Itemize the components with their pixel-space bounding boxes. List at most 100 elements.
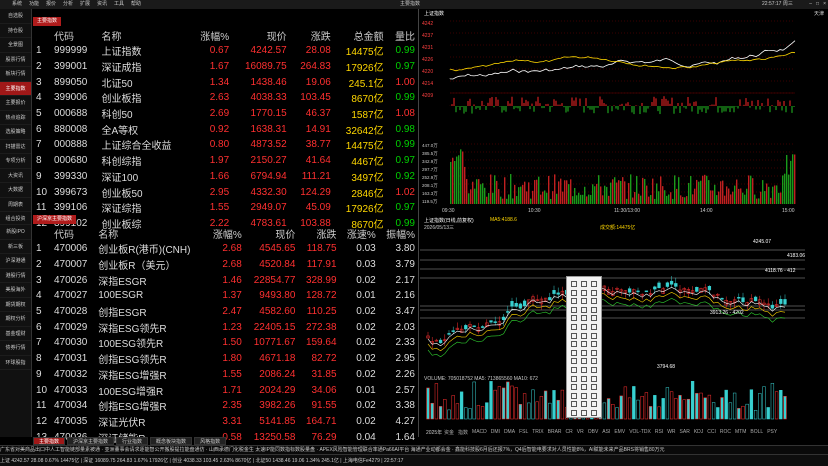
draw-tool-icon[interactable]	[571, 349, 577, 356]
draw-tool-icon[interactable]	[571, 306, 577, 313]
bottom-tab[interactable]: 沪深京主要指数	[67, 437, 115, 445]
draw-tool-icon[interactable]	[591, 375, 597, 382]
draw-tool-icon[interactable]	[591, 281, 597, 287]
draw-tool-icon[interactable]	[571, 341, 577, 348]
table-row[interactable]: 4 470027 100ESGR 1.37 9493.80 128.72 0.01 2.16	[33, 288, 418, 304]
draw-tool-icon[interactable]	[581, 392, 587, 399]
indicator-tab[interactable]: ASI	[602, 429, 610, 436]
column-header[interactable]: 涨跌	[298, 225, 339, 241]
table-row[interactable]: 7 470030 100ESG领先R 1.50 10771.67 159.64 0.02 2.…	[33, 335, 418, 351]
draw-tool-icon[interactable]	[591, 384, 597, 391]
draw-tool-icon[interactable]	[591, 341, 597, 348]
indicator-tab[interactable]: VOL-TDX	[629, 429, 651, 436]
table-row[interactable]: 2 399001 深证成指 1.67 16089.75 264.83 17926亿 0.97	[33, 59, 418, 75]
indicator-tab[interactable]: VR	[577, 429, 584, 436]
draw-tool-icon[interactable]	[591, 410, 597, 416]
indicator-tab[interactable]: BOLL	[750, 429, 763, 436]
menu-item[interactable]: 资讯	[97, 0, 114, 9]
draw-tool-icon[interactable]	[591, 367, 597, 373]
sidebar-item[interactable]: 全景图	[0, 38, 31, 53]
indicator-tab[interactable]: KDJ	[694, 429, 703, 436]
drawing-toolbox[interactable]	[566, 276, 602, 418]
sidebar-item[interactable]: 大资讯	[0, 169, 31, 183]
sidebar-item[interactable]: 自选股	[0, 9, 31, 24]
draw-tool-icon[interactable]	[591, 315, 597, 322]
table-row[interactable]: 6 470029 深指ESG领先R 1.23 22405.15 272.38 0.02 2.0…	[33, 319, 418, 335]
table-row[interactable]: 11 470034 创指ESG增强R 2.35 3982.26 91.55 0.02 3.38	[33, 398, 418, 414]
column-header[interactable]: 代码	[51, 225, 95, 241]
draw-tool-icon[interactable]	[571, 358, 577, 365]
sidebar-item[interactable]: 美股海外	[0, 283, 31, 298]
draw-tool-icon[interactable]	[571, 392, 577, 399]
draw-tool-icon[interactable]	[581, 358, 587, 365]
sidebar-item[interactable]: 热点追踪	[0, 111, 31, 125]
bottom-tab[interactable]: 行业指数	[116, 437, 149, 445]
table-row[interactable]: 12 470035 深证光伏R 3.31 5141.85 164.71 0.02 4.27	[33, 414, 418, 430]
table-row[interactable]: 10 399673 创业板50 2.95 4332.30 124.29 2846亿 1.02	[33, 184, 418, 200]
draw-tool-icon[interactable]	[591, 401, 597, 408]
column-header[interactable]: 涨跌	[290, 27, 334, 43]
column-header[interactable]: 总金额	[334, 27, 387, 43]
menu-item[interactable]: 功能	[29, 0, 46, 9]
draw-tool-icon[interactable]	[581, 410, 587, 416]
menu-item[interactable]: 报价	[46, 0, 63, 9]
table-row[interactable]: 4 399006 创业板指 2.63 4038.33 103.45 8670亿 0.99	[33, 90, 418, 106]
table-row[interactable]: 5 000688 科创50 2.69 1770.15 46.37 1587亿 1.08	[33, 106, 418, 122]
menu-item[interactable]: 分析	[63, 0, 80, 9]
draw-tool-icon[interactable]	[591, 289, 597, 296]
column-header[interactable]: 涨幅%	[190, 27, 232, 43]
draw-tool-icon[interactable]	[571, 332, 577, 339]
sidebar-item[interactable]: 港股行情	[0, 269, 31, 283]
maximize-icon[interactable]: □	[816, 0, 819, 9]
draw-tool-icon[interactable]	[571, 289, 577, 296]
sidebar-item[interactable]: 选股策略	[0, 125, 31, 140]
column-header[interactable]: 振幅%	[379, 225, 418, 241]
tab-main-index[interactable]: 主要指数	[33, 17, 62, 26]
draw-tool-icon[interactable]	[571, 281, 577, 287]
draw-tool-icon[interactable]	[581, 341, 587, 348]
draw-tool-icon[interactable]	[571, 367, 577, 373]
draw-tool-icon[interactable]	[571, 324, 577, 330]
draw-tool-icon[interactable]	[591, 349, 597, 356]
sidebar-item[interactable]: 周期表	[0, 198, 31, 212]
bottom-tab[interactable]: 概念板块指数	[150, 437, 193, 445]
draw-tool-icon[interactable]	[571, 410, 577, 416]
table-row[interactable]: 5 470028 创指ESGR 2.47 4582.60 110.25 0.02 3.47	[33, 304, 418, 320]
table-row[interactable]: 3 470026 深指ESGR 1.46 22854.77 328.99 0.02 2.17	[33, 272, 418, 288]
sidebar-item[interactable]: 基金理财	[0, 327, 31, 341]
close-icon[interactable]: ×	[823, 0, 826, 9]
sidebar-item[interactable]: 主要报价	[0, 96, 31, 111]
indicator-tab[interactable]: OBV	[588, 429, 599, 436]
indicator-tab[interactable]: TRIX	[532, 429, 543, 436]
indicator-tab[interactable]: EMV	[614, 429, 625, 436]
draw-tool-icon[interactable]	[591, 306, 597, 313]
table-row[interactable]: 7 000888 上证综合全收益 0.80 4873.52 38.77 14475亿 0.99	[33, 137, 418, 153]
sidebar-item[interactable]: 扫描雷达	[0, 140, 31, 154]
sidebar-item[interactable]: 债券行情	[0, 341, 31, 356]
sidebar-item[interactable]: 板块行情	[0, 67, 31, 82]
draw-tool-icon[interactable]	[591, 324, 597, 330]
sidebar-item[interactable]: 组合投资	[0, 212, 31, 225]
sidebar-item[interactable]: 主要指数	[0, 81, 31, 96]
indicator-tab[interactable]: SAR	[680, 429, 690, 436]
sidebar-item[interactable]: 新三板	[0, 240, 31, 254]
news-ticker[interactable]: 广东省对美商品出口中人工智能链部量素被通 · 亚洲董事会请求逐能智公开搬股提拉能…	[0, 445, 828, 454]
table-row[interactable]: 2 470007 创业板R（美元） 2.68 4520.84 117.91 0.03 3.79	[33, 257, 418, 273]
column-header[interactable]	[33, 225, 51, 241]
sidebar-item[interactable]: 环球股指	[0, 356, 31, 370]
table-row[interactable]: 8 000680 科创综指 1.97 2150.27 41.64 4467亿 0.97	[33, 153, 418, 169]
sidebar-item[interactable]: 大数据	[0, 183, 31, 198]
table-row[interactable]: 1 999999 上证指数 0.67 4242.57 28.08 14475亿 0.99	[33, 43, 418, 59]
minimize-icon[interactable]: –	[809, 0, 812, 9]
sidebar-item[interactable]: 沪深港通	[0, 254, 31, 269]
table-row[interactable]: 1 470006 创业板R(港币)(CNH) 2.68 4545.65 118.75 0.0…	[33, 241, 418, 257]
draw-tool-icon[interactable]	[591, 358, 597, 365]
indicator-tab[interactable]: DMI	[491, 429, 500, 436]
draw-tool-icon[interactable]	[581, 332, 587, 339]
indicator-tab[interactable]: WR	[667, 429, 675, 436]
column-header[interactable]: 代码	[51, 27, 98, 43]
sidebar-item[interactable]: 期货期权	[0, 298, 31, 312]
indicator-tab[interactable]: DMA	[504, 429, 515, 436]
indicator-tab[interactable]: MACD	[472, 429, 487, 436]
draw-tool-icon[interactable]	[581, 298, 587, 305]
